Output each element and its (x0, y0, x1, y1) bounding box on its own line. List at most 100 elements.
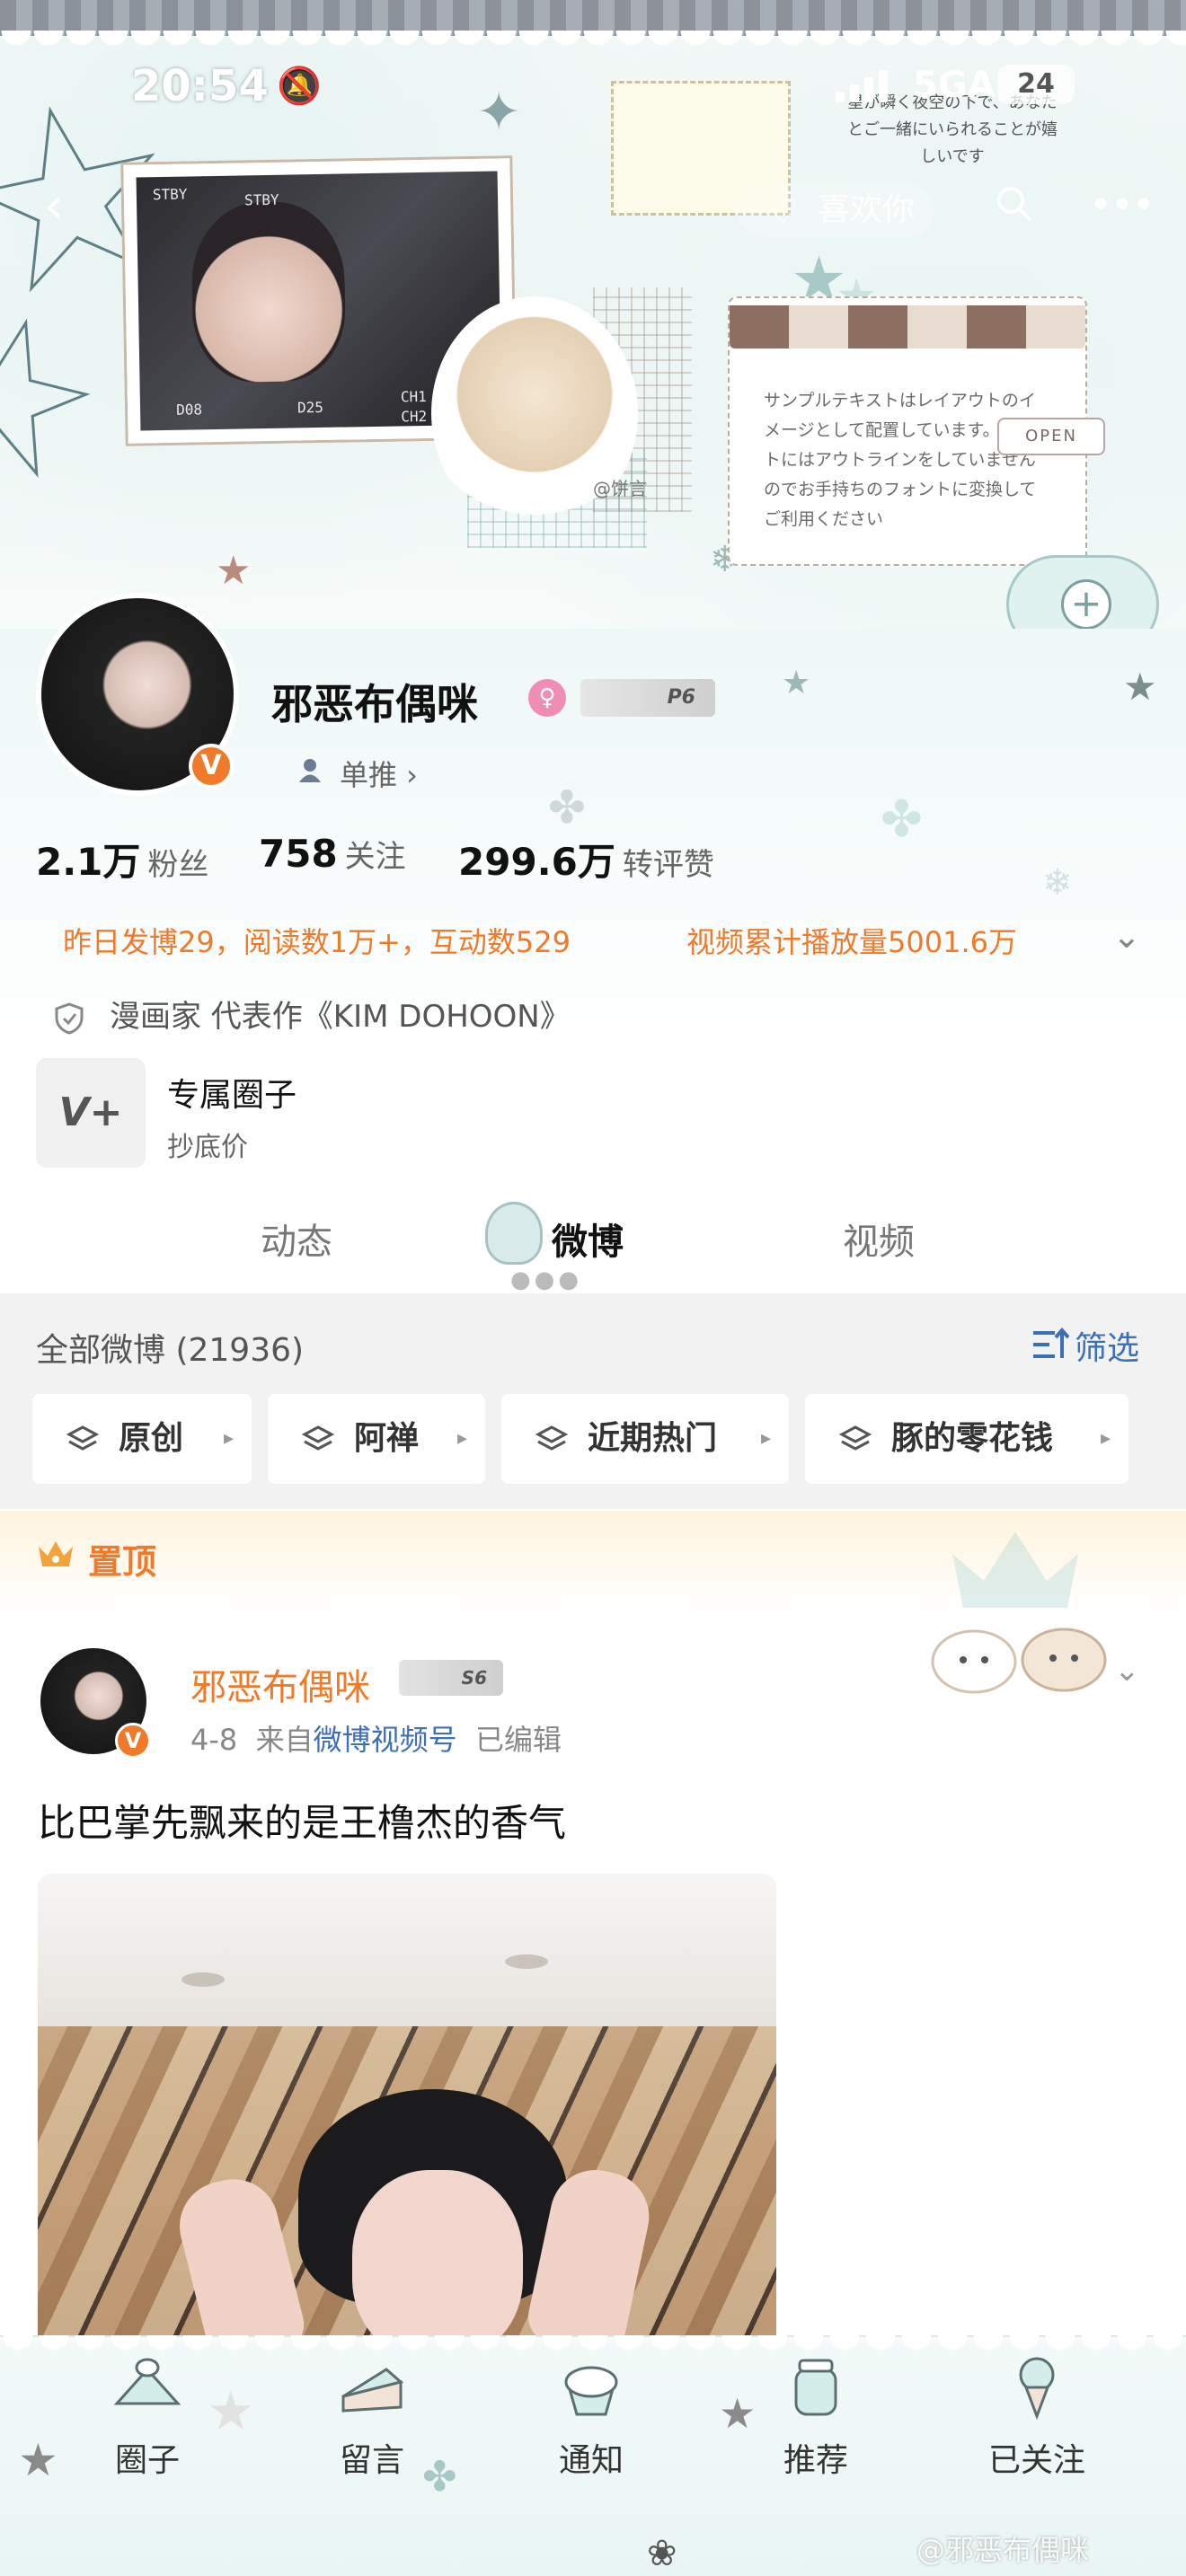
chip-label: 豚的零花钱 (891, 1420, 1054, 1457)
awning (730, 305, 1085, 348)
stat-following[interactable]: 758 关注 (259, 832, 406, 876)
candy-jar-icon (794, 2359, 837, 2416)
nav-label: 圈子 (114, 2442, 180, 2479)
ice-cream-icon (1019, 2357, 1055, 2420)
drops-decoration: ●●● (510, 1266, 583, 1293)
post-edited: 已编辑 (474, 1723, 562, 1757)
chevron-down-icon[interactable]: ⌄ (1114, 1653, 1140, 1689)
star-outline-icon: ★ (0, 260, 123, 529)
cake-slice-icon (341, 2368, 404, 2413)
nav-label: 推荐 (783, 2442, 848, 2479)
open-sign: OPEN (997, 418, 1105, 455)
pinned-label: 置顶 (88, 1542, 157, 1582)
stat-value: 299.6万 (458, 840, 615, 884)
caret-right-icon: ▸ (760, 1427, 771, 1450)
chip-label: 原创 (119, 1420, 184, 1457)
stat-interactions[interactable]: 299.6万 转评赞 (458, 832, 714, 887)
caret-right-icon: ▸ (223, 1427, 234, 1450)
more-dots-icon[interactable]: ••• (1089, 183, 1155, 237)
profile-name: 邪恶布偶咪 (271, 680, 478, 728)
chevron-left-icon[interactable]: ‹ (27, 180, 81, 234)
star-icon: ★ (782, 665, 811, 701)
photo-face (190, 200, 347, 384)
network-type: 5GA (913, 65, 996, 106)
activity-summary[interactable]: 昨日发博29，阅读数1万+，互动数529 (63, 920, 571, 961)
nav-following[interactable]: 已关注 (965, 2351, 1109, 2479)
post-author[interactable]: 邪恶布偶咪 (190, 1658, 370, 1710)
post-text[interactable]: 比巴掌先飘来的是王橹杰的香气 (38, 1793, 566, 1848)
caret-right-icon: ▸ (1100, 1427, 1111, 1450)
post-meta: 4-8 来自微博视频号 已编辑 (190, 1717, 562, 1759)
chevron-down-icon[interactable]: ⌄ (1112, 916, 1141, 956)
heart-hand-icon: ♡ (767, 192, 799, 232)
chip-label: 阿禅 (354, 1420, 420, 1457)
battery-indicator: 24 (997, 65, 1075, 104)
dan-tui-link[interactable]: 单推 › (340, 753, 418, 794)
shield-icon (55, 1001, 84, 1035)
hud-text: CH1 (400, 387, 427, 406)
layers-icon (535, 1425, 568, 1451)
tab-dongtai[interactable]: 动态 (261, 1213, 332, 1265)
verified-badge: V (189, 744, 234, 789)
snowflake-icon: ❄ (1042, 862, 1073, 904)
chip-recent-hot[interactable]: 近期热门 ▸ (501, 1394, 789, 1484)
cake-icon (113, 2358, 181, 2405)
chip-original[interactable]: 原创 ▸ (32, 1394, 252, 1484)
circle-subtitle: 抄底价 (167, 1132, 248, 1163)
clover-icon: ✤ (881, 790, 923, 849)
watermark: @邪恶布偶咪 (916, 2533, 1090, 2567)
ceiling-light (505, 1954, 548, 1969)
status-bar: 20:54 🔕 5GA 24 (0, 0, 1186, 111)
search-icon[interactable] (987, 183, 1040, 237)
stat-value: 758 (259, 832, 338, 876)
star-icon: ★ (1123, 665, 1157, 709)
circle-title[interactable]: 专属圈子 (167, 1069, 296, 1116)
star-icon: ★ (216, 548, 252, 594)
crown-decoration-icon (952, 1531, 1078, 1608)
nav-messages[interactable]: 留言 (300, 2351, 444, 2479)
fan-button[interactable]: ♡ 喜欢你 (737, 183, 934, 237)
tab-video[interactable]: 视频 (843, 1213, 915, 1265)
stat-fans[interactable]: 2.1万 粉丝 (36, 832, 208, 887)
cupcake-icon (564, 2366, 618, 2416)
plus-icon: + (1061, 579, 1111, 630)
vplus-icon[interactable]: V+ (36, 1058, 146, 1168)
video-plays-summary[interactable]: 视频累计播放量5001.6万 (686, 920, 1017, 961)
layers-icon (66, 1425, 99, 1451)
note-text: サンプルテキストはレイアウトのイメージとして配置しています。テキストにはアウトラ… (764, 391, 1051, 529)
level-badge[interactable]: P6 (580, 679, 715, 717)
filter-button[interactable]: 筛选 (1075, 1322, 1139, 1369)
person-icon (299, 759, 321, 782)
chip-achan[interactable]: 阿禅 ▸ (268, 1394, 485, 1484)
female-icon: ♀ (528, 679, 566, 717)
post-source-link[interactable]: 微博视频号 (314, 1723, 457, 1757)
nav-label: 已关注 (987, 2442, 1085, 2479)
nav-label: 留言 (339, 2442, 404, 2479)
chip-pocket-money[interactable]: 豚的零花钱 ▸ (805, 1394, 1128, 1484)
all-weibo-count[interactable]: 全部微博 (21936) (36, 1324, 304, 1371)
mute-bell-icon: 🔕 (277, 66, 322, 107)
nav-label: 通知 (558, 2442, 624, 2479)
kitten-sticker-icon (931, 1628, 1107, 1694)
nav-circle[interactable]: 圈子 (75, 2351, 219, 2479)
paw-icon: ❀ (647, 2533, 677, 2574)
chip-label: 近期热门 (588, 1420, 718, 1457)
ceiling (38, 1874, 776, 2026)
nav-notifications[interactable]: 通知 (519, 2351, 663, 2479)
hud-text: D08 (175, 401, 203, 419)
layers-icon (302, 1425, 334, 1451)
tab-weibo[interactable]: 微博 (552, 1213, 624, 1265)
nav-recommend[interactable]: 推荐 (744, 2351, 888, 2479)
person-face (352, 2170, 523, 2350)
role-text: 漫画家 代表作《KIM DOHOON》 (110, 999, 571, 1035)
post-level-badge: S6 (399, 1660, 503, 1696)
role-row[interactable]: 漫画家 代表作《KIM DOHOON》 (54, 992, 571, 1036)
signal-icon (836, 66, 897, 102)
star-icon: ★ (18, 2434, 58, 2486)
hud-text: STBY (152, 185, 188, 204)
post-video-thumbnail[interactable] (38, 1874, 776, 2350)
chibi-label: @饼言 (593, 478, 647, 499)
stat-label: 转评赞 (622, 847, 714, 883)
crown-icon (39, 1541, 73, 1566)
cupcake-icon (485, 1202, 543, 1265)
